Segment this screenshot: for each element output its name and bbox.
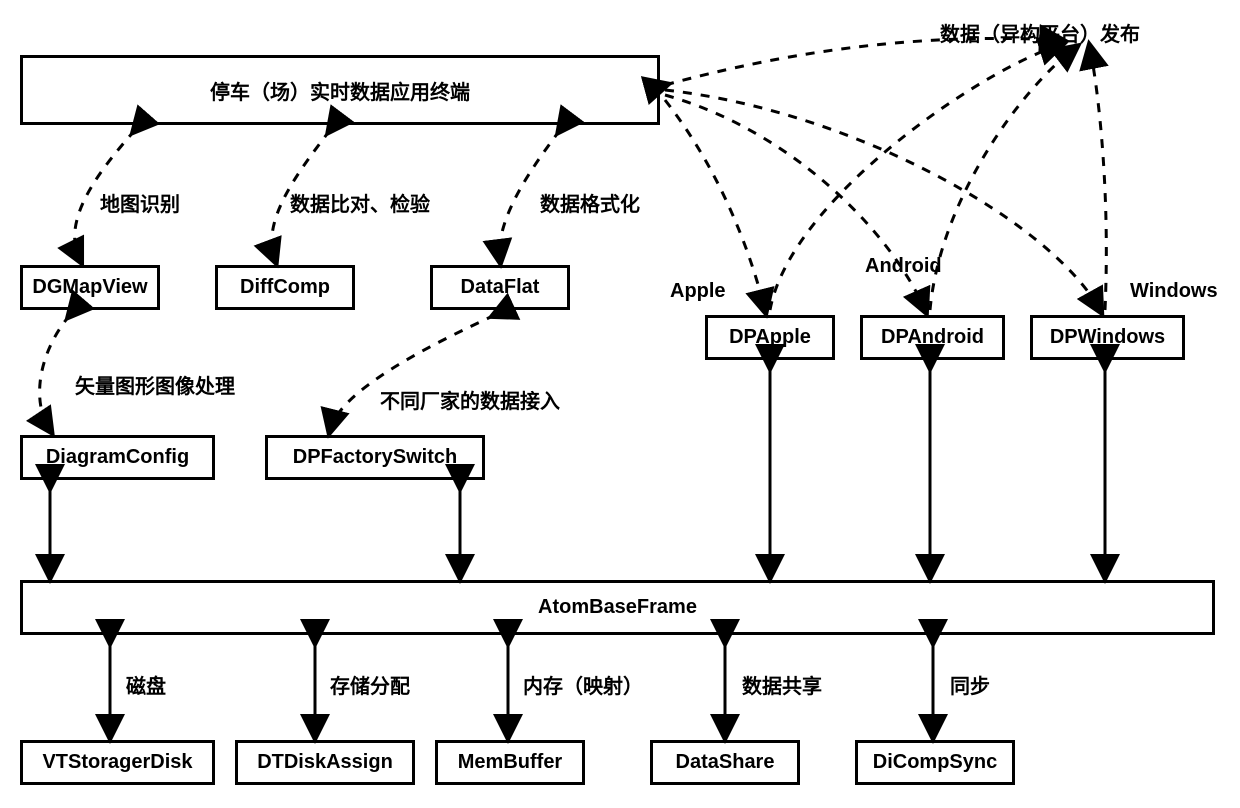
- box-dpandroid: DPAndroid: [860, 315, 1005, 360]
- lbl-map-recog: 地图识别: [100, 188, 180, 217]
- vtstoragerdisk-label: VTStoragerDisk: [42, 751, 192, 774]
- lbl-data-compare: 数据比对、检验: [290, 188, 430, 217]
- dgmapview-label: DGMapView: [32, 276, 147, 299]
- diagramconfig-label: DiagramConfig: [46, 446, 189, 469]
- lbl-vector-img: 矢量图形图像处理: [75, 370, 235, 399]
- app-terminal-label: 停车（场）实时数据应用终端: [210, 76, 470, 105]
- dtdiskassign-label: DTDiskAssign: [257, 751, 393, 774]
- box-dpapple: DPApple: [705, 315, 835, 360]
- box-atombaseframe: AtomBaseFrame: [20, 580, 1215, 635]
- lbl-windows: Windows: [1130, 280, 1218, 303]
- diffcomp-label: DiffComp: [240, 276, 330, 299]
- box-dtdiskassign: DTDiskAssign: [235, 740, 415, 785]
- box-dgmapview: DGMapView: [20, 265, 160, 310]
- lbl-android: Android: [865, 255, 942, 278]
- dataflat-label: DataFlat: [461, 276, 540, 299]
- box-dpfactoryswitch: DPFactorySwitch: [265, 435, 485, 480]
- atombaseframe-label: AtomBaseFrame: [538, 596, 697, 619]
- box-vtstoragerdisk: VTStoragerDisk: [20, 740, 215, 785]
- lbl-data-share: 数据共享: [742, 670, 822, 699]
- lbl-data-format: 数据格式化: [540, 188, 640, 217]
- dpandroid-label: DPAndroid: [881, 326, 984, 349]
- lbl-factory-access: 不同厂家的数据接入: [380, 385, 560, 414]
- box-dataflat: DataFlat: [430, 265, 570, 310]
- box-dicompsync: DiCompSync: [855, 740, 1015, 785]
- dpwindows-label: DPWindows: [1050, 326, 1165, 349]
- box-diffcomp: DiffComp: [215, 265, 355, 310]
- lbl-store-alloc: 存储分配: [330, 670, 410, 699]
- lbl-apple: Apple: [670, 280, 726, 303]
- lbl-mem-map: 内存（映射）: [523, 670, 643, 699]
- title-data-publish: 数据（异构平台）发布: [940, 18, 1140, 47]
- box-dpwindows: DPWindows: [1030, 315, 1185, 360]
- lbl-sync: 同步: [950, 670, 990, 699]
- lbl-disk: 磁盘: [126, 670, 166, 699]
- box-diagramconfig: DiagramConfig: [20, 435, 215, 480]
- dpfactoryswitch-label: DPFactorySwitch: [293, 446, 457, 469]
- box-app-terminal: 停车（场）实时数据应用终端: [20, 55, 660, 125]
- datashare-label: DataShare: [676, 751, 775, 774]
- dpapple-label: DPApple: [729, 326, 811, 349]
- membuffer-label: MemBuffer: [458, 751, 562, 774]
- dicompsync-label: DiCompSync: [873, 751, 997, 774]
- box-datashare: DataShare: [650, 740, 800, 785]
- box-membuffer: MemBuffer: [435, 740, 585, 785]
